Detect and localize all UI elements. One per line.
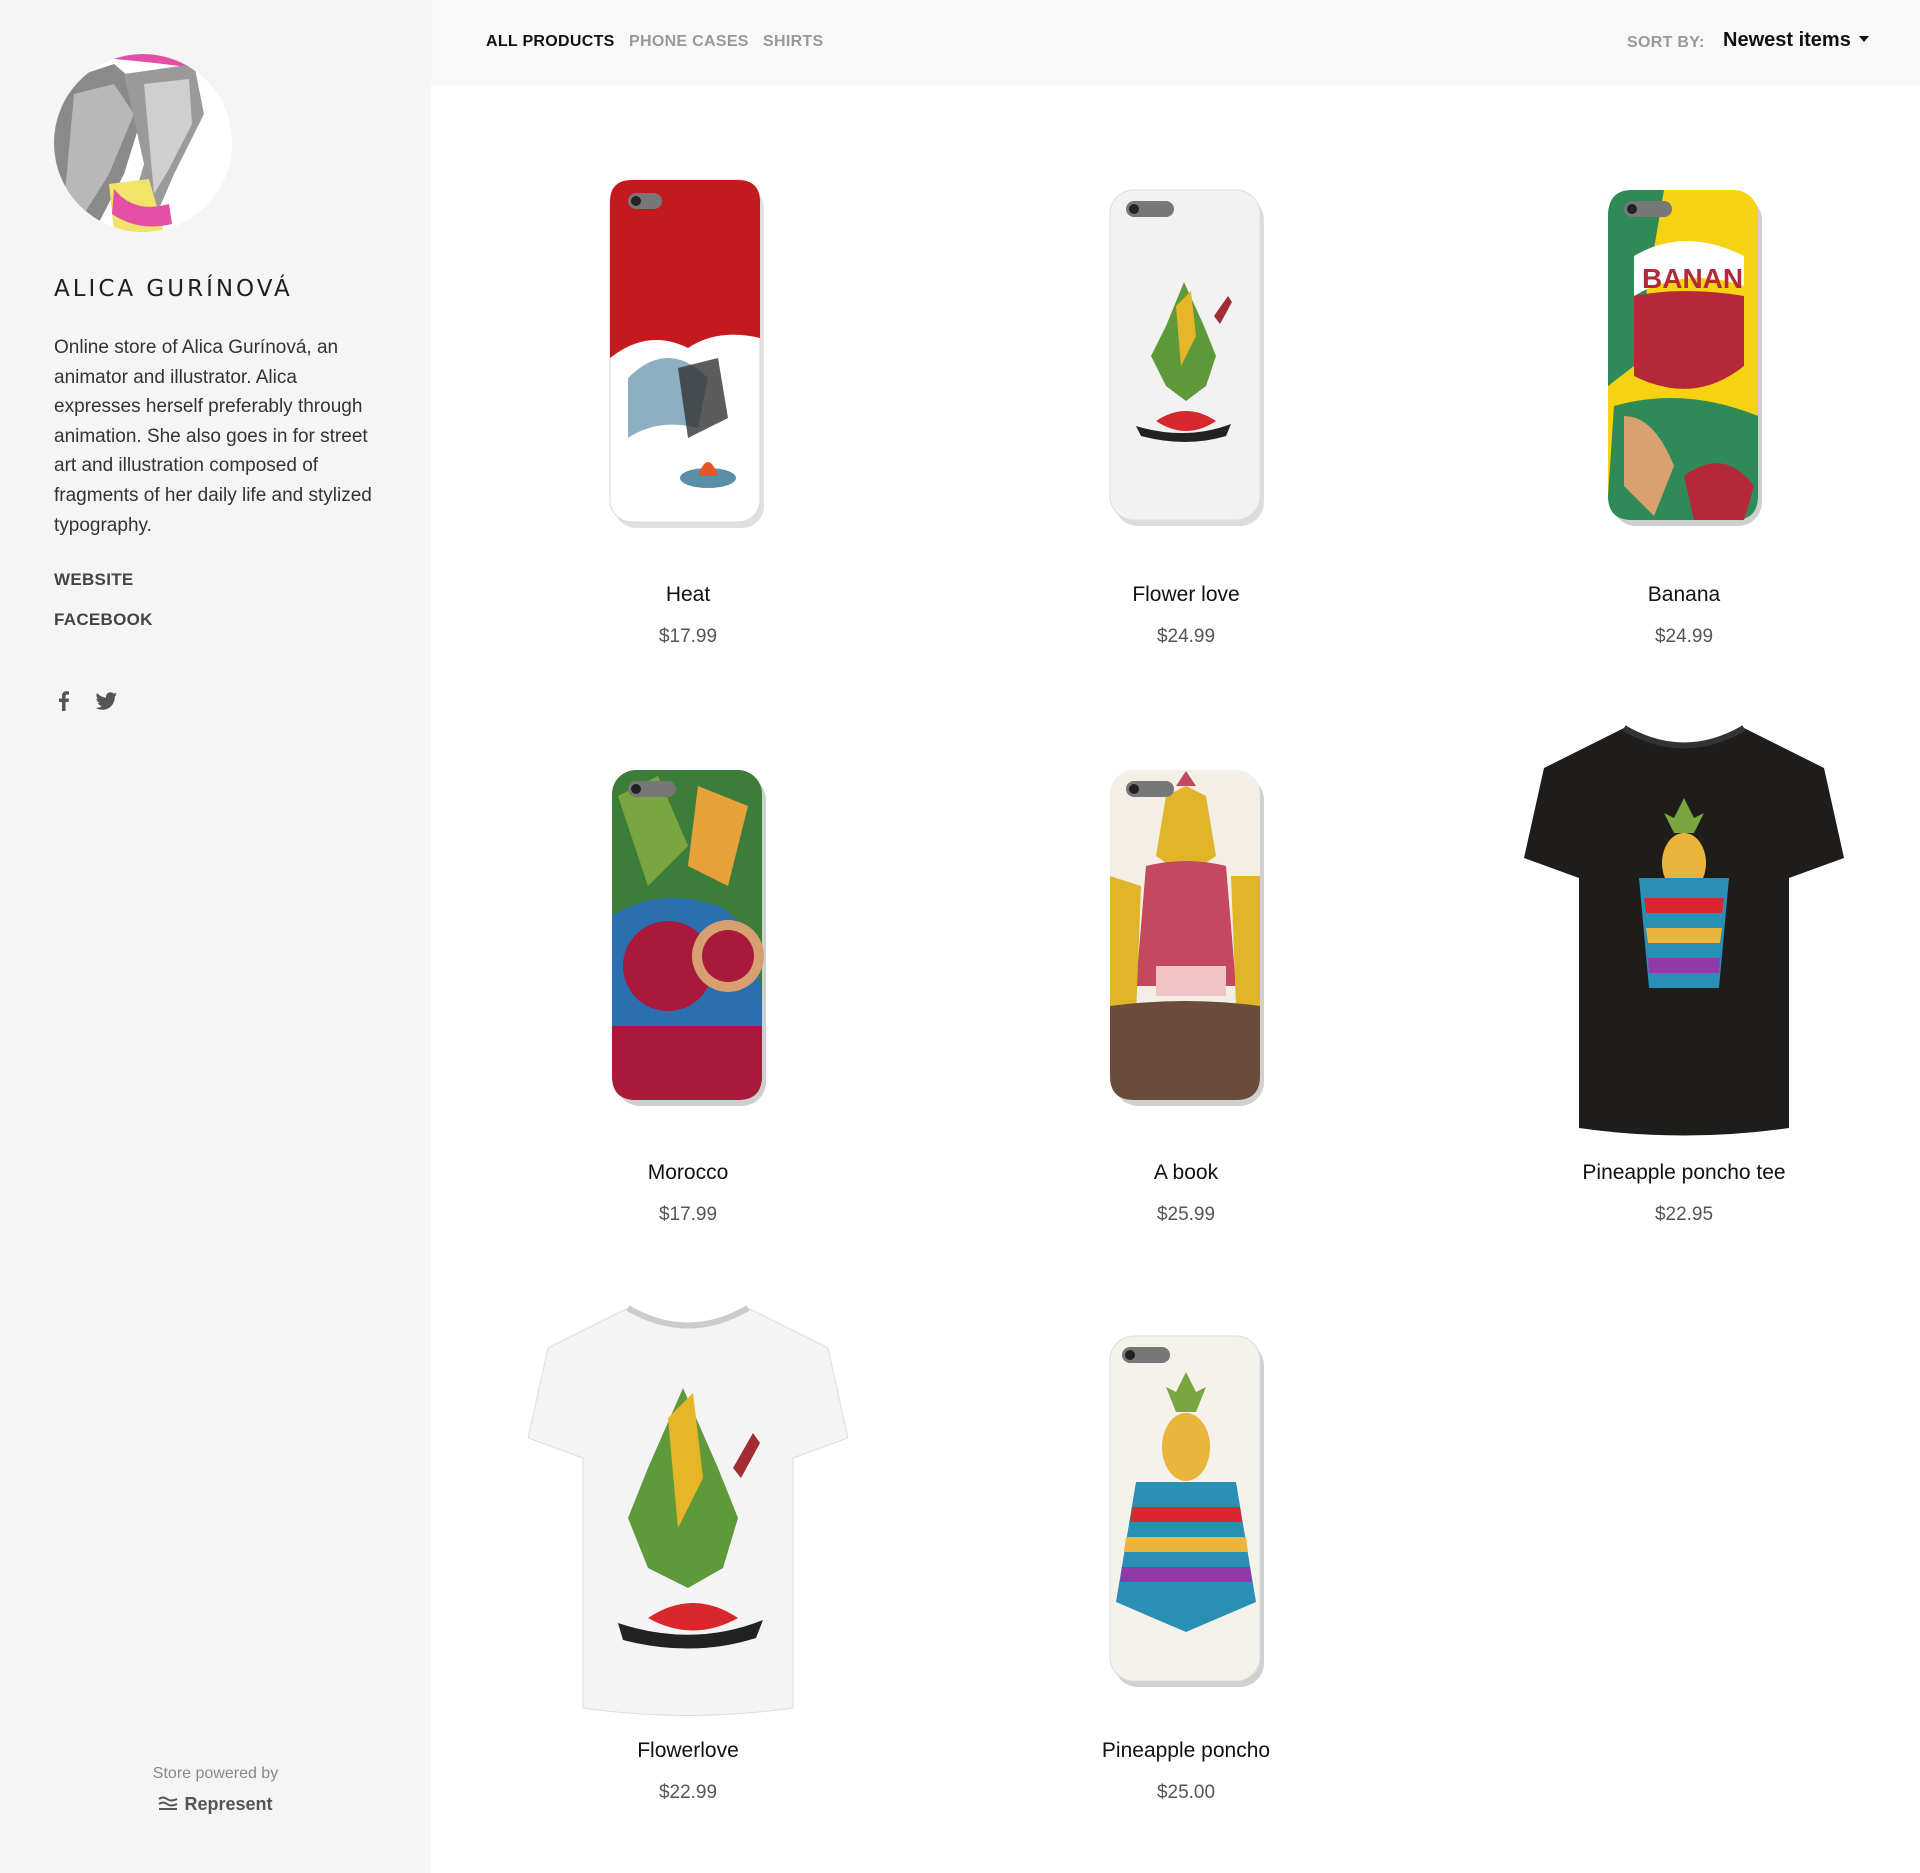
tab-all-products[interactable]: ALL PRODUCTS	[486, 33, 615, 51]
product-image	[976, 748, 1396, 1178]
product-name[interactable]: A book	[976, 1161, 1396, 1185]
product-image	[478, 748, 898, 1178]
product-name[interactable]: Flower love	[976, 583, 1396, 607]
product-name[interactable]: Pineapple poncho tee	[1474, 1161, 1894, 1185]
product-price: $22.99	[658, 1782, 718, 1803]
product-price: $24.99	[1156, 626, 1216, 647]
represent-brand-label: Represent	[184, 1794, 273, 1814]
sort-dropdown[interactable]: Newest items	[1723, 29, 1869, 52]
filter-bar: ALL PRODUCTS PHONE CASES SHIRTS SORT BY:…	[431, 0, 1920, 86]
product-price: $24.99	[1654, 626, 1714, 647]
sort-value: Newest items	[1723, 29, 1851, 51]
avatar[interactable]	[54, 54, 232, 232]
twitter-icon[interactable]	[92, 687, 120, 715]
product-name[interactable]: Flowerlove	[478, 1739, 898, 1763]
avatar-illustration	[54, 54, 232, 232]
product-image	[1474, 725, 1894, 1178]
sort-label: SORT BY:	[1627, 34, 1705, 51]
sidebar: ALICA GURÍNOVÁ Online store of Alica Gur…	[0, 0, 431, 1873]
tab-phone-cases[interactable]: PHONE CASES	[629, 33, 749, 51]
facebook-icon[interactable]	[50, 687, 78, 715]
product-image: BANAN	[1474, 170, 1894, 600]
caret-down-icon	[1858, 35, 1869, 42]
website-link[interactable]: WEBSITE	[54, 570, 134, 590]
store-bio: Online store of Alica Gurínová, an anima…	[54, 337, 372, 536]
product-price: $25.00	[1156, 1782, 1216, 1803]
product-image	[976, 1326, 1396, 1756]
product-image	[478, 1305, 898, 1756]
facebook-link[interactable]: FACEBOOK	[54, 610, 153, 630]
product-name[interactable]: Banana	[1474, 583, 1894, 607]
product-name[interactable]: Heat	[478, 583, 898, 607]
store-name: ALICA GURÍNOVÁ	[54, 276, 293, 302]
svg-text:BANAN: BANAN	[1642, 263, 1743, 294]
product-price: $22.95	[1654, 1204, 1714, 1225]
tab-shirts[interactable]: SHIRTS	[763, 33, 823, 51]
product-image	[478, 170, 898, 600]
product-price: $25.99	[1156, 1204, 1216, 1225]
product-price: $17.99	[658, 1204, 718, 1225]
product-name[interactable]: Pineapple poncho	[976, 1739, 1396, 1763]
product-name[interactable]: Morocco	[478, 1161, 898, 1185]
product-price: $17.99	[658, 626, 718, 647]
represent-brand-link[interactable]: Represent	[0, 1794, 431, 1816]
represent-logo-icon	[158, 1795, 178, 1816]
powered-by-text: Store powered by	[152, 1765, 279, 1782]
product-image	[976, 170, 1396, 600]
